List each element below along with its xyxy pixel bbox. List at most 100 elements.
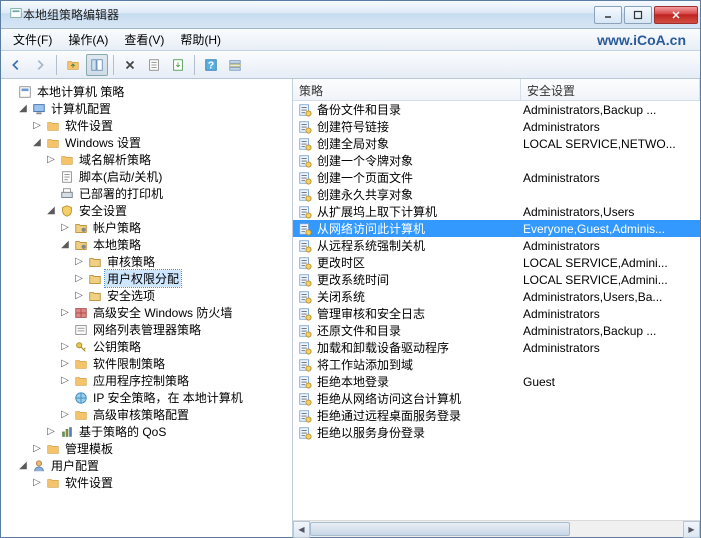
help-button[interactable]: ? (200, 54, 222, 76)
tree-app-control[interactable]: ▷应用程序控制策略 (1, 372, 292, 389)
folder-gear-icon (87, 288, 103, 304)
policy-icon (297, 153, 313, 169)
tree-firewall[interactable]: ▷高级安全 Windows 防火墙 (1, 304, 292, 321)
tree-security-options[interactable]: ▷安全选项 (1, 287, 292, 304)
list-row[interactable]: 还原文件和目录Administrators,Backup ... (293, 322, 700, 339)
tree-audit-policy[interactable]: ▷审核策略 (1, 253, 292, 270)
list-row[interactable]: 创建符号链接Administrators (293, 118, 700, 135)
list-row[interactable]: 拒绝从网络访问这台计算机 (293, 390, 700, 407)
policy-icon (297, 289, 313, 305)
export-button[interactable] (167, 54, 189, 76)
scroll-right-button[interactable]: ▶ (683, 521, 700, 538)
policy-icon (297, 391, 313, 407)
tree-windows-settings[interactable]: ◢Windows 设置 (1, 134, 292, 151)
key-icon (73, 339, 89, 355)
policy-name: 创建一个令牌对象 (317, 152, 523, 169)
menu-view[interactable]: 查看(V) (116, 29, 172, 50)
list-row[interactable]: 拒绝以服务身份登录 (293, 424, 700, 441)
column-policy[interactable]: 策略 (293, 79, 521, 100)
scroll-left-button[interactable]: ◀ (293, 521, 310, 538)
tree-user-software[interactable]: ▷软件设置 (1, 474, 292, 491)
tree-scripts[interactable]: ▷脚本(启动/关机) (1, 168, 292, 185)
tree-security-settings[interactable]: ◢安全设置 (1, 202, 292, 219)
tree-computer-config[interactable]: ◢计算机配置 (1, 100, 292, 117)
list-row[interactable]: 备份文件和目录Administrators,Backup ... (293, 101, 700, 118)
list-row[interactable]: 从扩展坞上取下计算机Administrators,Users (293, 203, 700, 220)
policy-icon (297, 119, 313, 135)
tree-user-config[interactable]: ◢用户配置 (1, 457, 292, 474)
list-row[interactable]: 创建永久共享对象 (293, 186, 700, 203)
menu-file[interactable]: 文件(F) (5, 29, 60, 50)
tree-software-settings[interactable]: ▷软件设置 (1, 117, 292, 134)
policy-name: 从扩展坞上取下计算机 (317, 203, 523, 220)
list-row[interactable]: 创建一个页面文件Administrators (293, 169, 700, 186)
up-folder-button[interactable] (62, 54, 84, 76)
tree-pane[interactable]: ▷ 本地计算机 策略 ◢计算机配置 ▷软件设置 ◢Windows 设置 (1, 79, 293, 537)
tree-name-resolution[interactable]: ▷域名解析策略 (1, 151, 292, 168)
list-row[interactable]: 将工作站添加到域 (293, 356, 700, 373)
content-area: ▷ 本地计算机 策略 ◢计算机配置 ▷软件设置 ◢Windows 设置 (1, 79, 700, 537)
printer-icon (59, 186, 75, 202)
list-body[interactable]: 备份文件和目录Administrators,Backup ...创建符号链接Ad… (293, 101, 700, 520)
scroll-thumb[interactable] (310, 522, 570, 536)
list-row[interactable]: 从网络访问此计算机Everyone,Guest,Adminis... (293, 220, 700, 237)
forward-button[interactable] (29, 54, 51, 76)
list-row[interactable]: 关闭系统Administrators,Users,Ba... (293, 288, 700, 305)
delete-button[interactable] (119, 54, 141, 76)
list-row[interactable]: 管理审核和安全日志Administrators (293, 305, 700, 322)
properties-button[interactable] (143, 54, 165, 76)
list-row[interactable]: 创建一个令牌对象 (293, 152, 700, 169)
menu-help[interactable]: 帮助(H) (172, 29, 229, 50)
toolbar-separator (194, 55, 195, 75)
list-row[interactable]: 更改系统时间LOCAL SERVICE,Admini... (293, 271, 700, 288)
policy-setting: Administrators,Users,Ba... (523, 290, 700, 304)
policy-setting: Administrators (523, 341, 700, 355)
policy-name: 创建永久共享对象 (317, 186, 523, 203)
tree-root[interactable]: ▷ 本地计算机 策略 (1, 83, 292, 100)
computer-icon (31, 101, 47, 117)
policy-name: 从网络访问此计算机 (317, 220, 523, 237)
app-icon (9, 6, 23, 23)
list-row[interactable]: 加载和卸载设备驱动程序Administrators (293, 339, 700, 356)
list-row[interactable]: 拒绝通过远程桌面服务登录 (293, 407, 700, 424)
list-row[interactable]: 更改时区LOCAL SERVICE,Admini... (293, 254, 700, 271)
policy-icon (297, 357, 313, 373)
policy-name: 备份文件和目录 (317, 101, 523, 118)
policy-icon (297, 102, 313, 118)
titlebar[interactable]: 本地组策略编辑器 (1, 1, 700, 29)
maximize-button[interactable] (624, 6, 652, 24)
menu-action[interactable]: 操作(A) (60, 29, 116, 50)
back-button[interactable] (5, 54, 27, 76)
tree-advanced-audit[interactable]: ▷高级审核策略配置 (1, 406, 292, 423)
policy-root-icon (17, 84, 33, 100)
close-button[interactable] (654, 6, 698, 24)
tree-ip-security[interactable]: ▷IP 安全策略，在 本地计算机 (1, 389, 292, 406)
list-row[interactable]: 创建全局对象LOCAL SERVICE,NETWO... (293, 135, 700, 152)
policy-icon (297, 374, 313, 390)
tree-public-key[interactable]: ▷公钥策略 (1, 338, 292, 355)
folder-icon (45, 135, 61, 151)
policy-name: 将工作站添加到域 (317, 356, 523, 373)
list-row[interactable]: 拒绝本地登录Guest (293, 373, 700, 390)
tree-account-policies[interactable]: ▷帐户策略 (1, 219, 292, 236)
tree-user-rights[interactable]: ▷用户权限分配 (1, 270, 292, 287)
list-row[interactable]: 从远程系统强制关机Administrators (293, 237, 700, 254)
tree-network-list[interactable]: ▷网络列表管理器策略 (1, 321, 292, 338)
policy-setting: Administrators (523, 307, 700, 321)
policy-name: 从远程系统强制关机 (317, 237, 523, 254)
tree-policy-qos[interactable]: ▷基于策略的 QoS (1, 423, 292, 440)
tree-local-policies[interactable]: ◢本地策略 (1, 236, 292, 253)
show-tree-button[interactable] (86, 54, 108, 76)
tree-admin-templates[interactable]: ▷管理模板 (1, 440, 292, 457)
shield-icon (59, 203, 75, 219)
minimize-button[interactable] (594, 6, 622, 24)
tree-software-restriction[interactable]: ▷软件限制策略 (1, 355, 292, 372)
folder-gear-icon (73, 220, 89, 236)
tree-deployed-printers[interactable]: ▷已部署的打印机 (1, 185, 292, 202)
toolbar-separator (113, 55, 114, 75)
policy-name: 拒绝从网络访问这台计算机 (317, 390, 523, 407)
filter-button[interactable] (224, 54, 246, 76)
horizontal-scrollbar[interactable]: ◀ ▶ (293, 520, 700, 537)
folder-gear-icon (87, 254, 103, 270)
column-setting[interactable]: 安全设置 (521, 79, 700, 100)
